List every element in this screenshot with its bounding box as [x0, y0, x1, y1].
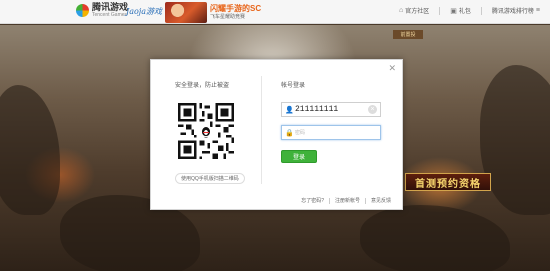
username-value[interactable]: 211111111: [295, 105, 368, 114]
nav-community[interactable]: ⌂ 官方社区: [399, 6, 429, 15]
qr-scan-hint: 使用QQ手机版扫描二维码: [175, 173, 245, 184]
nav-ranking[interactable]: 腾讯游戏排行榜 ≡: [492, 6, 540, 15]
promo-artwork: [165, 1, 207, 23]
event-tag[interactable]: 前置投: [393, 30, 423, 39]
register-link[interactable]: 注册新帐号: [330, 197, 365, 204]
logo-name-en: Tencent Games: [92, 12, 128, 18]
secondary-brand-logo[interactable]: Jaoja游戏: [126, 6, 162, 17]
background-rock: [0, 85, 60, 215]
login-button[interactable]: 登录: [281, 150, 317, 163]
password-field[interactable]: 🔒 密码: [281, 125, 381, 140]
promo-title: 闪耀手游的SC: [210, 3, 262, 13]
close-icon[interactable]: ✕: [388, 63, 396, 74]
tencent-games-logo[interactable]: 腾讯游戏 Tencent Games: [76, 3, 128, 18]
nav-divider: [439, 6, 441, 15]
username-field[interactable]: 👤 211111111 ×: [281, 102, 381, 117]
qq-penguin-icon: [200, 125, 212, 137]
account-login-title: 帐号登录: [281, 83, 306, 89]
gift-icon: ▣: [450, 7, 457, 15]
dialog-footer: 忘了密码? 注册新帐号 意见反馈: [151, 196, 404, 205]
clear-icon[interactable]: ×: [368, 105, 377, 114]
nav-divider: [480, 6, 482, 15]
home-icon: ⌂: [399, 7, 404, 14]
tencent-logo-icon: [76, 4, 89, 17]
nav-ranking-label: 腾讯游戏排行榜: [491, 9, 534, 15]
qr-login-title: 安全登录，防止被盗: [175, 83, 230, 89]
nav-gift[interactable]: ▣ 礼包: [450, 6, 471, 16]
background-rock: [360, 205, 510, 271]
feedback-link[interactable]: 意见反馈: [366, 197, 396, 204]
forgot-password-link[interactable]: 忘了密码?: [296, 197, 329, 204]
promo-subtitle: 飞车星耀助竞赛: [210, 13, 246, 20]
logo-name: 腾讯游戏: [92, 2, 129, 12]
login-qr-code: [178, 103, 234, 159]
lock-icon: 🔒: [285, 129, 294, 137]
background-rock: [480, 65, 550, 215]
reserve-qualification-button[interactable]: 首测预约资格: [405, 173, 491, 191]
nav-gift-label: 礼包: [458, 9, 471, 15]
top-bar: 腾讯游戏 Tencent Games Jaoja游戏 闪耀手游的SC 飞车星耀助…: [0, 0, 550, 24]
dialog-divider: [261, 76, 262, 184]
promo-banner[interactable]: 闪耀手游的SC 飞车星耀助竞赛: [165, 1, 285, 23]
menu-icon: ≡: [535, 7, 540, 14]
nav-community-label: 官方社区: [405, 9, 430, 15]
top-nav: ⌂ 官方社区 ▣ 礼包 腾讯游戏排行榜 ≡: [399, 6, 540, 15]
login-dialog: ✕ 安全登录，防止被盗 使用QQ手机版扫描二维码 帐号登录 👤 21111111…: [150, 59, 403, 210]
password-placeholder[interactable]: 密码: [295, 129, 377, 136]
user-icon: 👤: [285, 106, 294, 114]
